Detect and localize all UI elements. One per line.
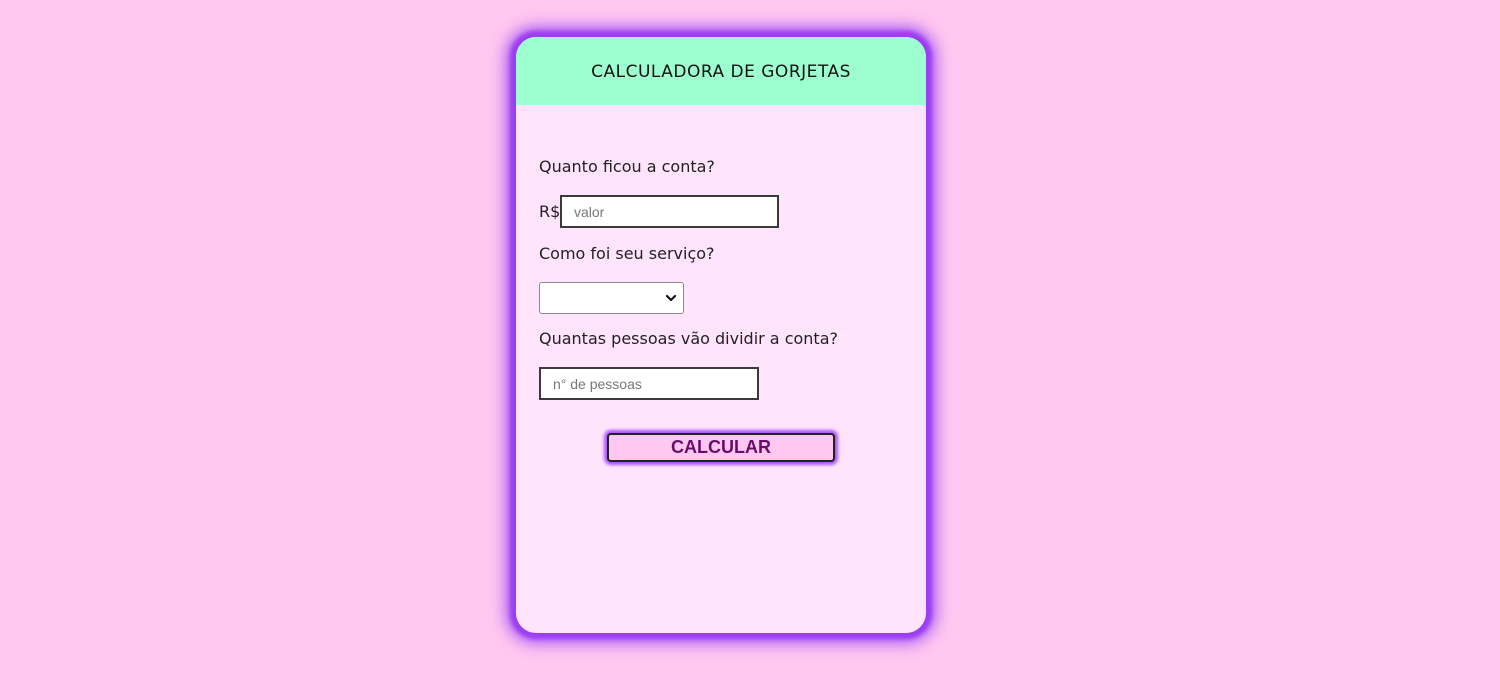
people-count-input[interactable] [539,367,759,400]
service-quality-select[interactable] [539,282,684,314]
currency-symbol: R$ [539,202,561,221]
chevron-down-icon [665,294,677,302]
calculate-button[interactable]: CALCULAR [607,433,835,462]
tip-calculator-card: CALCULADORA DE GORJETAS Quanto ficou a c… [516,37,926,633]
people-label: Quantas pessoas vão dividir a conta? [539,329,838,348]
service-label: Como foi seu serviço? [539,244,715,263]
card-header: CALCULADORA DE GORJETAS [516,37,926,105]
bill-amount-input[interactable] [560,195,779,228]
bill-label: Quanto ficou a conta? [539,157,715,176]
page-title: CALCULADORA DE GORJETAS [591,62,851,82]
